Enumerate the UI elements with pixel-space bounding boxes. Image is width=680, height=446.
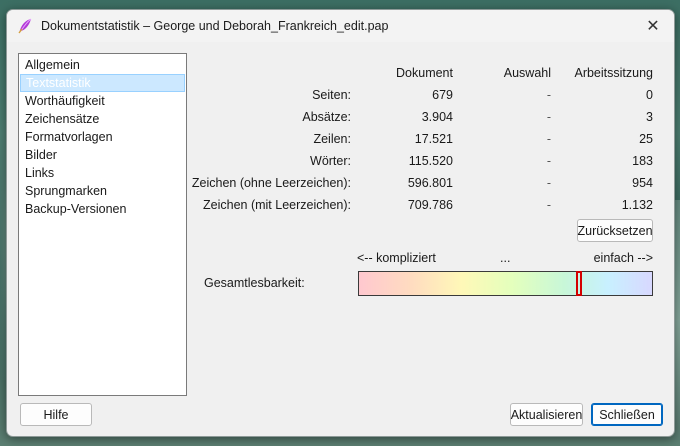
statistics-row: Absätze: 3.904 - 3 (193, 106, 663, 128)
stat-document-value: 3.904 (421, 110, 453, 124)
stat-document-value: 709.786 (407, 198, 453, 212)
scale-label-middle: ... (500, 251, 511, 265)
stat-document-value: 115.520 (408, 154, 453, 168)
stat-label: Zeichen (ohne Leerzeichen): (191, 176, 351, 190)
category-item[interactable]: Worthäufigkeit (19, 92, 186, 110)
category-item[interactable]: Textstatistik (20, 74, 185, 92)
close-button[interactable]: Schließen (591, 403, 663, 426)
readability-label: Gesamtlesbarkeit: (204, 276, 305, 290)
stat-selection-value: - (546, 154, 551, 168)
column-header-session: Arbeitssitzung (574, 66, 653, 80)
category-item[interactable]: Sprungmarken (19, 182, 186, 200)
column-header-selection: Auswahl (503, 66, 551, 80)
stat-document-value: 679 (432, 88, 453, 102)
column-header-document: Dokument (396, 66, 453, 80)
window-title: Dokumentstatistik – George und Deborah_F… (41, 19, 389, 33)
stat-selection-value: - (546, 88, 551, 102)
stat-selection-value: - (546, 132, 551, 146)
close-icon: ✕ (646, 18, 660, 35)
stat-session-value: 3 (646, 110, 653, 124)
category-list[interactable]: Allgemein Textstatistik Worthäufigkeit Zeic… (18, 53, 187, 396)
stat-document-value: 596.801 (407, 176, 453, 190)
stat-session-value: 25 (639, 132, 653, 146)
statistics-row: Zeichen (mit Leerzeichen): 709.786 - 1.132 (193, 194, 663, 216)
stat-label: Absätze: (302, 110, 351, 124)
scale-label-simple: einfach --> (593, 251, 653, 265)
stat-label: Zeilen: (313, 132, 351, 146)
stat-session-value: 954 (632, 176, 653, 190)
stat-session-value: 0 (646, 88, 653, 102)
readability-scale-labels: <-- kompliziert ... einfach --> (357, 251, 653, 267)
stat-label: Seiten: (312, 88, 351, 102)
statistics-row: Zeichen (ohne Leerzeichen): 596.801 - 954 (191, 172, 663, 194)
stat-session-value: 183 (632, 154, 653, 168)
readability-marker (576, 271, 582, 296)
category-item[interactable]: Links (19, 164, 186, 182)
readability-meter (358, 271, 653, 296)
statistics-dialog: Dokumentstatistik – George und Deborah_F… (6, 9, 675, 437)
category-item[interactable]: Bilder (19, 146, 186, 164)
stat-selection-value: - (546, 176, 551, 190)
category-item[interactable]: Backup-Versionen (19, 200, 186, 218)
category-item[interactable]: Allgemein (19, 56, 186, 74)
refresh-button[interactable]: Aktualisieren (510, 403, 583, 426)
close-window-button[interactable]: ✕ (638, 14, 668, 38)
statistics-row: Seiten: 679 - 0 (193, 84, 663, 106)
title-bar: Dokumentstatistik – George und Deborah_F… (7, 10, 674, 42)
statistics-header-row: Dokument Auswahl Arbeitssitzung (193, 62, 663, 84)
statistics-row: Wörter: 115.520 - 183 (193, 150, 663, 172)
statistics-row: Zeilen: 17.521 - 25 (193, 128, 663, 150)
stat-label: Zeichen (mit Leerzeichen): (203, 198, 351, 212)
stat-selection-value: - (546, 110, 551, 124)
statistics-table: Dokument Auswahl Arbeitssitzung Seiten: 6… (191, 62, 663, 216)
feather-pen-icon (18, 18, 32, 34)
scale-label-complicated: <-- kompliziert (357, 251, 436, 265)
help-button[interactable]: Hilfe (20, 403, 92, 426)
reset-button[interactable]: Zurücksetzen (577, 219, 653, 242)
stat-selection-value: - (546, 198, 551, 212)
stat-label: Wörter: (310, 154, 351, 168)
category-item[interactable]: Formatvorlagen (19, 128, 186, 146)
category-item[interactable]: Zeichensätze (19, 110, 186, 128)
stat-document-value: 17.521 (414, 132, 453, 146)
stat-session-value: 1.132 (621, 198, 653, 212)
